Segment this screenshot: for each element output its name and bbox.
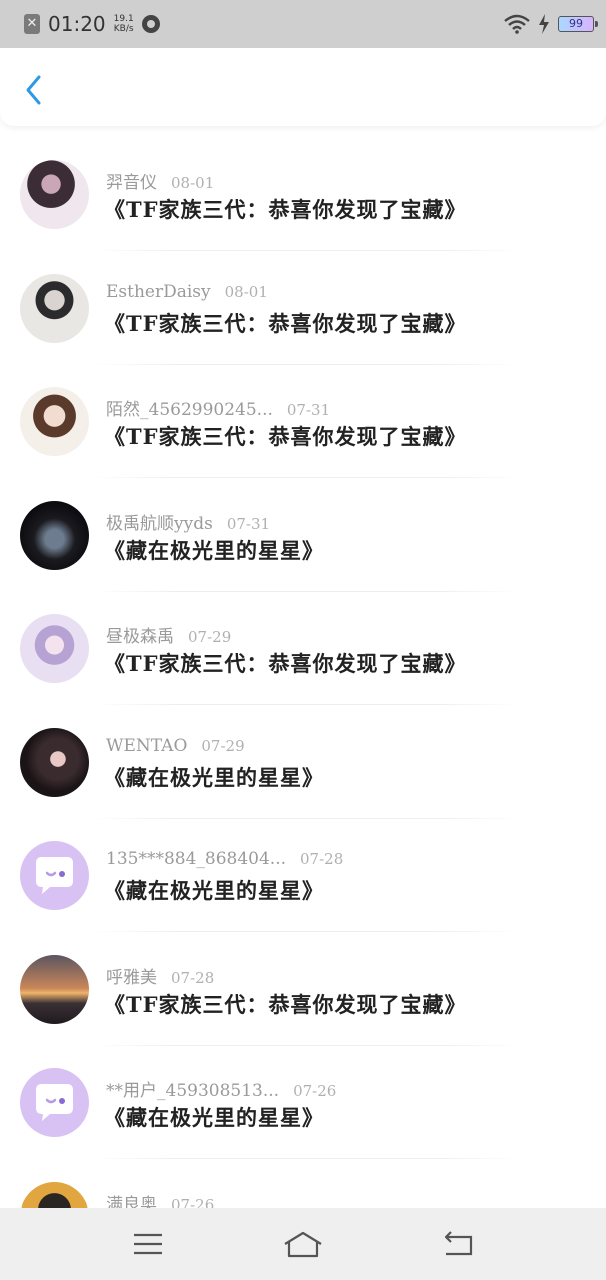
user-name[interactable]: 极禹航顺yyds	[106, 509, 213, 534]
list-item[interactable]: WENTAO 07-29 《藏在极光里的星星》	[0, 706, 606, 820]
item-title[interactable]: 《藏在极光里的星星》	[104, 875, 324, 905]
item-meta: WENTAO 07-29	[106, 736, 245, 756]
item-date: 07-28	[300, 850, 344, 868]
item-meta: 135***884_868404... 07-28	[106, 849, 343, 869]
item-date: 07-28	[171, 968, 215, 987]
item-title[interactable]: 《TF家族三代：恭喜你发现了宝藏》	[104, 194, 467, 224]
status-right: 99	[504, 14, 598, 34]
list-item[interactable]: 昼极森禹 07-29 《TF家族三代：恭喜你发现了宝藏》	[0, 592, 606, 706]
item-date: 07-31	[226, 514, 271, 533]
item-title[interactable]: 《藏在极光里的星星》	[104, 1102, 324, 1132]
avatar[interactable]	[20, 160, 89, 229]
avatar[interactable]	[20, 387, 89, 456]
menu-button[interactable]	[124, 1224, 172, 1264]
avatar[interactable]	[20, 273, 89, 343]
item-date: 08-01	[171, 174, 215, 192]
system-nav-bar	[0, 1208, 606, 1280]
item-meta: 陌然_4562990245... 07-31	[106, 395, 330, 420]
avatar[interactable]	[20, 614, 89, 683]
close-box-icon: ✕	[24, 14, 40, 34]
status-left: ✕ 01:20 19.1 KB/s	[24, 12, 160, 36]
item-date: 07-29	[201, 736, 245, 755]
list-item[interactable]: 呼雅美 07-28 《TF家族三代：恭喜你发现了宝藏》	[0, 933, 606, 1047]
list-item[interactable]: **用户_459308513... 07-26 《藏在极光里的星星》	[0, 1046, 606, 1160]
home-button[interactable]	[279, 1224, 327, 1264]
list-item[interactable]: EstherDaisy 08-01 《TF家族三代：恭喜你发现了宝藏》	[0, 252, 606, 366]
lightning-icon	[539, 14, 549, 34]
user-name[interactable]: 羿音仪	[106, 168, 157, 193]
network-speed-value: 19.1	[113, 14, 134, 24]
item-date: 07-26	[293, 1082, 337, 1100]
chat-bubble-icon	[36, 1084, 73, 1121]
avatar[interactable]	[20, 500, 89, 570]
network-speed: 19.1 KB/s	[114, 14, 134, 34]
item-date: 08-01	[224, 282, 268, 301]
item-title[interactable]: 《藏在极光里的星星》	[104, 535, 324, 565]
back-nav-button[interactable]	[434, 1224, 482, 1264]
item-title[interactable]: 《TF家族三代：恭喜你发现了宝藏》	[104, 421, 467, 451]
item-meta: 昼极森禹 07-29	[106, 622, 231, 647]
screen: ✕ 01:20 19.1 KB/s 99 羿音仪 08-01 《TF家族三代：恭…	[0, 0, 606, 1280]
user-name[interactable]: 呼雅美	[106, 963, 157, 988]
default-chat-avatar-icon[interactable]	[20, 1068, 89, 1137]
item-date: 07-31	[286, 401, 331, 419]
status-bar: ✕ 01:20 19.1 KB/s 99	[0, 0, 606, 48]
list-item[interactable]: 135***884_868404... 07-28 《藏在极光里的星星》	[0, 819, 606, 933]
back-button[interactable]	[16, 72, 52, 108]
home-icon	[284, 1231, 322, 1258]
message-list: 羿音仪 08-01 《TF家族三代：恭喜你发现了宝藏》 EstherDaisy …	[0, 138, 606, 1273]
chat-bubble-icon	[36, 857, 73, 894]
user-name[interactable]: WENTAO	[106, 736, 187, 756]
list-item[interactable]: 羿音仪 08-01 《TF家族三代：恭喜你发现了宝藏》	[0, 138, 606, 252]
item-date: 07-29	[188, 628, 232, 646]
menu-icon	[133, 1233, 162, 1255]
back-arrow-icon	[445, 1231, 473, 1256]
item-meta: 呼雅美 07-28	[106, 963, 214, 988]
item-meta: 极禹航顺yyds 07-31	[106, 509, 270, 534]
user-name[interactable]: EstherDaisy	[106, 282, 211, 302]
user-name[interactable]: 陌然_4562990245...	[106, 395, 273, 420]
item-title[interactable]: 《TF家族三代：恭喜你发现了宝藏》	[104, 989, 467, 1019]
item-title[interactable]: 《TF家族三代：恭喜你发现了宝藏》	[104, 648, 467, 678]
user-name[interactable]: 135***884_868404...	[106, 849, 286, 869]
list-item[interactable]: 陌然_4562990245... 07-31 《TF家族三代：恭喜你发现了宝藏》	[0, 365, 606, 479]
battery-indicator: 99	[558, 16, 598, 32]
default-chat-avatar-icon[interactable]	[20, 841, 89, 910]
status-time: 01:20	[48, 12, 106, 36]
network-speed-unit: KB/s	[113, 24, 134, 34]
item-title[interactable]: 《TF家族三代：恭喜你发现了宝藏》	[104, 308, 467, 338]
chevron-left-icon	[26, 75, 41, 105]
list-item[interactable]: 极禹航顺yyds 07-31 《藏在极光里的星星》	[0, 479, 606, 593]
item-title[interactable]: 《藏在极光里的星星》	[104, 762, 324, 792]
user-name[interactable]: **用户_459308513...	[106, 1076, 279, 1101]
app-notification-icon	[141, 15, 160, 33]
item-meta: 羿音仪 08-01	[106, 168, 214, 193]
user-name[interactable]: 昼极森禹	[106, 622, 174, 647]
item-meta: **用户_459308513... 07-26	[106, 1076, 336, 1101]
avatar[interactable]	[20, 727, 89, 797]
item-meta: EstherDaisy 08-01	[106, 282, 268, 302]
wifi-icon	[504, 14, 530, 34]
avatar[interactable]	[20, 954, 89, 1024]
header-bar	[0, 48, 606, 126]
